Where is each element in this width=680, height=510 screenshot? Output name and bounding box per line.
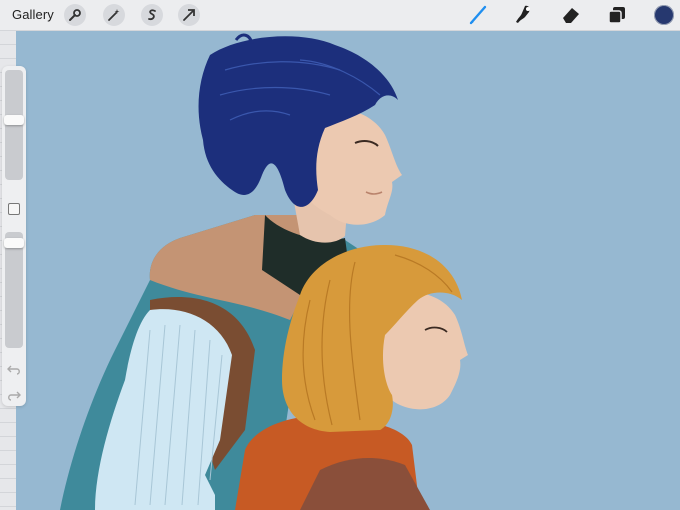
gallery-button[interactable]: Gallery <box>12 7 54 22</box>
brush-size-slider[interactable] <box>5 70 23 180</box>
redo-icon[interactable] <box>7 388 21 401</box>
modify-button[interactable] <box>8 203 20 215</box>
wrench-icon[interactable] <box>64 4 86 26</box>
color-picker-button[interactable] <box>654 5 674 25</box>
smudge-icon[interactable] <box>512 3 536 27</box>
layers-icon[interactable] <box>605 3 629 27</box>
eraser-icon[interactable] <box>559 3 583 27</box>
selection-s-icon[interactable] <box>141 4 163 26</box>
undo-icon[interactable] <box>7 362 21 375</box>
brush-size-knob[interactable] <box>4 115 24 125</box>
left-sidebar <box>2 66 26 406</box>
drawing-canvas[interactable] <box>16 31 680 510</box>
transform-arrow-icon[interactable] <box>178 4 200 26</box>
top-toolbar: Gallery <box>0 0 680 31</box>
opacity-slider[interactable] <box>5 232 23 348</box>
magic-wand-icon[interactable] <box>103 4 125 26</box>
opacity-knob[interactable] <box>4 238 24 249</box>
brush-icon[interactable] <box>466 3 490 27</box>
